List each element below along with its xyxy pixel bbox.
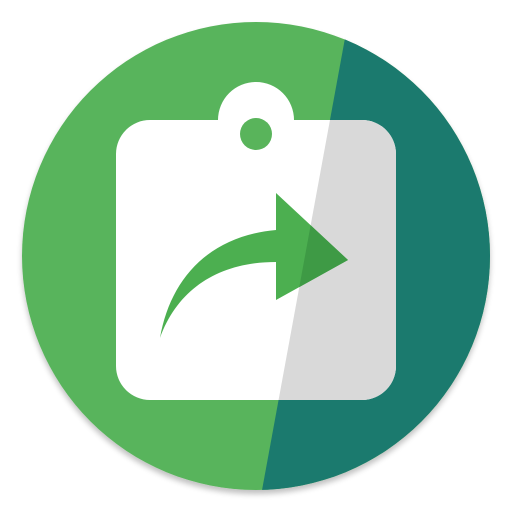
clipboard-hole (240, 118, 272, 150)
app-icon-stage (0, 0, 512, 512)
clipboard-share-icon (22, 22, 490, 490)
